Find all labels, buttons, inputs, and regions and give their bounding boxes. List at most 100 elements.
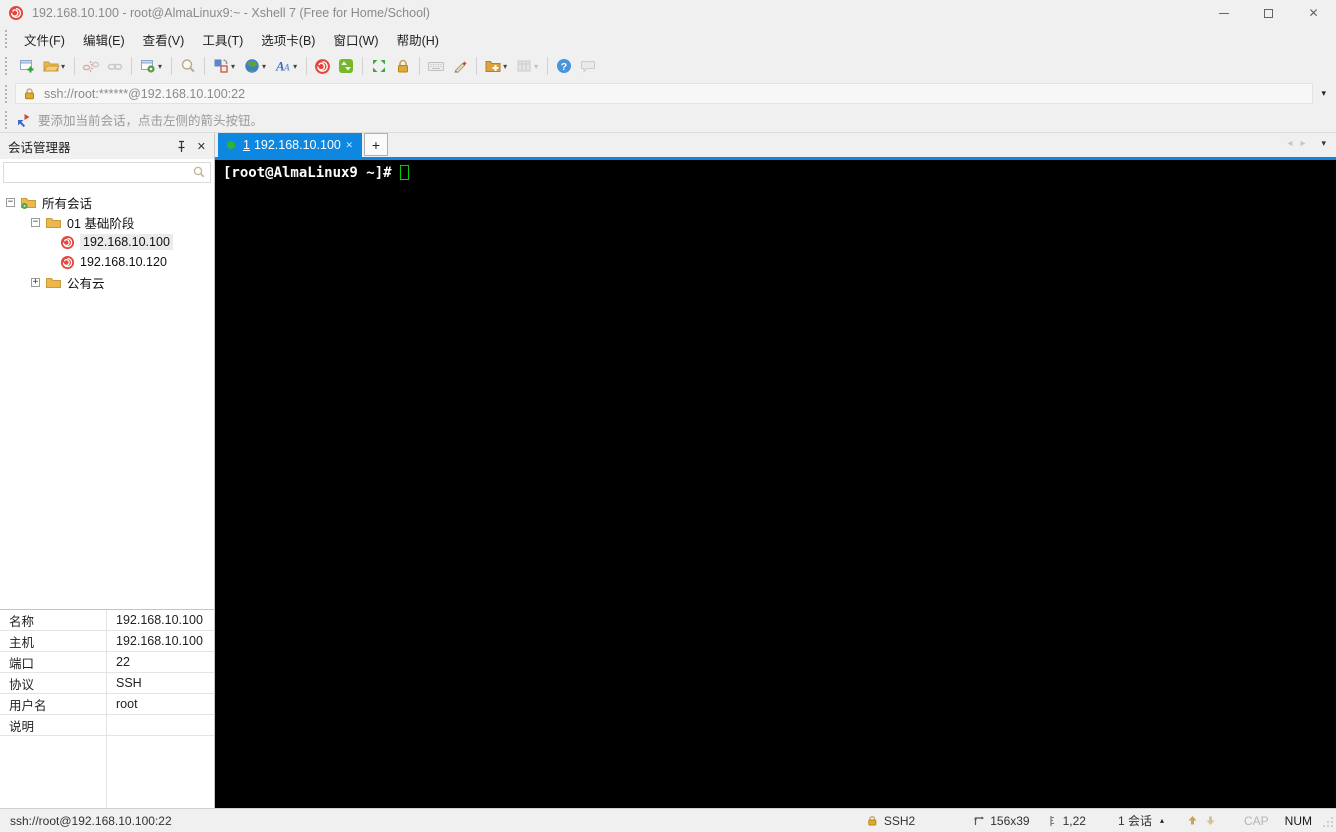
dropdown-caret-icon[interactable]: ▾ [534, 62, 538, 71]
menu-view[interactable]: 查看(V) [134, 26, 194, 53]
tab-bar: 1 192.168.10.100 ✕ + ◂ ▸ ▾ [215, 133, 1336, 160]
connected-dot-icon [227, 141, 235, 149]
resize-grip[interactable] [1322, 815, 1334, 827]
disconnect-button[interactable] [79, 54, 103, 78]
status-bar: ssh://root@192.168.10.100:22 SSH2 156x39… [0, 808, 1336, 832]
dropdown-caret-icon[interactable]: ▾ [61, 62, 65, 71]
dropdown-caret-icon[interactable]: ▾ [262, 62, 266, 71]
close-icon: ✕ [1308, 6, 1319, 20]
new-file-transfer-button[interactable]: ▾ [481, 54, 512, 78]
xshell-icon [315, 58, 331, 74]
dropdown-caret-icon[interactable]: ▾ [231, 62, 235, 71]
toolbar: ▾ ▾ ▾ ▾ A A ▾ ▾ ▾ ? [0, 52, 1336, 80]
position-ruler-icon [1048, 815, 1058, 827]
highlighter-button[interactable] [448, 54, 472, 78]
reconnect-button[interactable] [103, 54, 127, 78]
dropdown-caret-icon[interactable]: ▾ [293, 62, 297, 71]
terminal[interactable]: [root@AlmaLinux9 ~]# [215, 160, 1336, 808]
close-button[interactable]: ✕ [1291, 0, 1336, 26]
menu-help[interactable]: 帮助(H) [388, 26, 448, 53]
property-row-description: 说明 [0, 715, 214, 736]
maximize-button[interactable] [1246, 0, 1291, 26]
collapse-icon[interactable]: − [31, 217, 40, 227]
xshell-button[interactable] [311, 54, 334, 78]
terminal-area: 1 192.168.10.100 ✕ + ◂ ▸ ▾ [root@AlmaLin… [215, 133, 1336, 808]
status-cursor-position[interactable]: 1,22 [1048, 814, 1086, 828]
tab-label: 192.168.10.100 [253, 138, 341, 152]
log-table-icon [517, 60, 531, 72]
property-value: 22 [116, 655, 130, 669]
compose-layout-icon [214, 59, 228, 73]
panel-close-icon: ✕ [196, 140, 206, 153]
resize-icon [973, 815, 985, 827]
tree-item-folder-cloud[interactable]: + 公有云 [0, 272, 214, 292]
help-icon: ? [557, 59, 572, 73]
find-icon [181, 59, 195, 73]
menu-window[interactable]: 窗口(W) [324, 26, 387, 53]
help-button[interactable]: ? [552, 54, 576, 78]
address-dropdown-caret-icon[interactable]: ▾ [1321, 88, 1326, 99]
dropdown-caret-icon[interactable]: ▾ [503, 62, 507, 71]
virtual-keyboard-button[interactable] [424, 54, 448, 78]
fullscreen-icon [373, 60, 386, 72]
terminal-prompt: [root@AlmaLinux9 ~]# [223, 165, 392, 181]
scroll-up-icon[interactable] [1186, 814, 1199, 827]
menu-edit[interactable]: 编辑(E) [74, 26, 134, 53]
status-session-count[interactable]: 1 会话 ▴ [1118, 812, 1164, 829]
expand-icon[interactable]: + [31, 277, 40, 287]
minimize-button[interactable] [1201, 0, 1246, 26]
tab-scroll-right-icon[interactable]: ▸ [1300, 138, 1305, 149]
folder-icon [45, 215, 62, 229]
address-lock-icon [25, 88, 34, 100]
open-session-button[interactable]: ▾ [39, 54, 70, 78]
tab-scroll-left-icon[interactable]: ◂ [1287, 138, 1292, 149]
encoding-button[interactable]: ▾ [240, 54, 271, 78]
disconnect-icon [82, 60, 100, 73]
toolbar-separator [419, 57, 421, 75]
session-properties-button[interactable]: ▾ [136, 54, 167, 78]
status-connection-url: ssh://root@192.168.10.100:22 [10, 813, 172, 828]
new-session-button[interactable] [15, 54, 39, 78]
tree-item-all-sessions[interactable]: − 所有会话 [0, 192, 214, 212]
menu-tab[interactable]: 选项卡(B) [252, 26, 324, 53]
toolbar-gripper[interactable] [5, 57, 9, 75]
scroll-down-icon[interactable] [1204, 814, 1217, 827]
toolbar-separator [204, 57, 206, 75]
property-label: 名称 [0, 610, 107, 630]
status-terminal-size[interactable]: 156x39 [973, 814, 1030, 828]
window-title: 192.168.10.100 - root@AlmaLinux9:~ - Xsh… [32, 6, 430, 20]
pin-panel-button[interactable] [176, 140, 187, 153]
toolbar-gripper[interactable] [5, 110, 9, 129]
menu-tools[interactable]: 工具(T) [193, 26, 252, 53]
tree-item-folder-basic[interactable]: − 01 基础阶段 [0, 212, 214, 232]
toolbar-gripper[interactable] [5, 84, 9, 103]
xftp-button[interactable] [334, 54, 358, 78]
encoding-globe-icon [245, 59, 259, 73]
toolbar-gripper[interactable] [5, 30, 9, 48]
tree-item-session-120[interactable]: 192.168.10.120 [0, 252, 214, 272]
tab-close-icon[interactable]: ✕ [345, 140, 353, 151]
new-tab-button[interactable]: + [364, 133, 388, 156]
tab-list-caret-icon[interactable]: ▾ [1321, 138, 1326, 149]
lock-screen-button[interactable] [391, 54, 415, 78]
log-table-button[interactable]: ▾ [512, 54, 543, 78]
address-field[interactable]: ssh://root:******@192.168.10.100:22 [15, 83, 1314, 104]
compose-layout-button[interactable]: ▾ [209, 54, 240, 78]
fullscreen-button[interactable] [367, 54, 391, 78]
toolbar-separator [362, 57, 364, 75]
property-label: 说明 [0, 715, 107, 735]
properties-filler [0, 736, 214, 808]
caps-lock-indicator: CAP [1243, 813, 1269, 828]
dropdown-caret-icon[interactable]: ▾ [158, 62, 162, 71]
font-button[interactable]: A A ▾ [271, 54, 302, 78]
feedback-button[interactable] [576, 54, 600, 78]
close-panel-button[interactable]: ✕ [197, 140, 206, 153]
menu-file[interactable]: 文件(F) [15, 26, 74, 53]
find-button[interactable] [176, 54, 200, 78]
session-list-caret-icon[interactable]: ▴ [1160, 816, 1164, 825]
terminal-cursor [399, 165, 409, 180]
tab-session[interactable]: 1 192.168.10.100 ✕ [218, 133, 362, 157]
collapse-icon[interactable]: − [6, 197, 15, 207]
tree-item-session-100[interactable]: 192.168.10.100 [0, 232, 214, 252]
session-search-input[interactable] [3, 161, 211, 183]
